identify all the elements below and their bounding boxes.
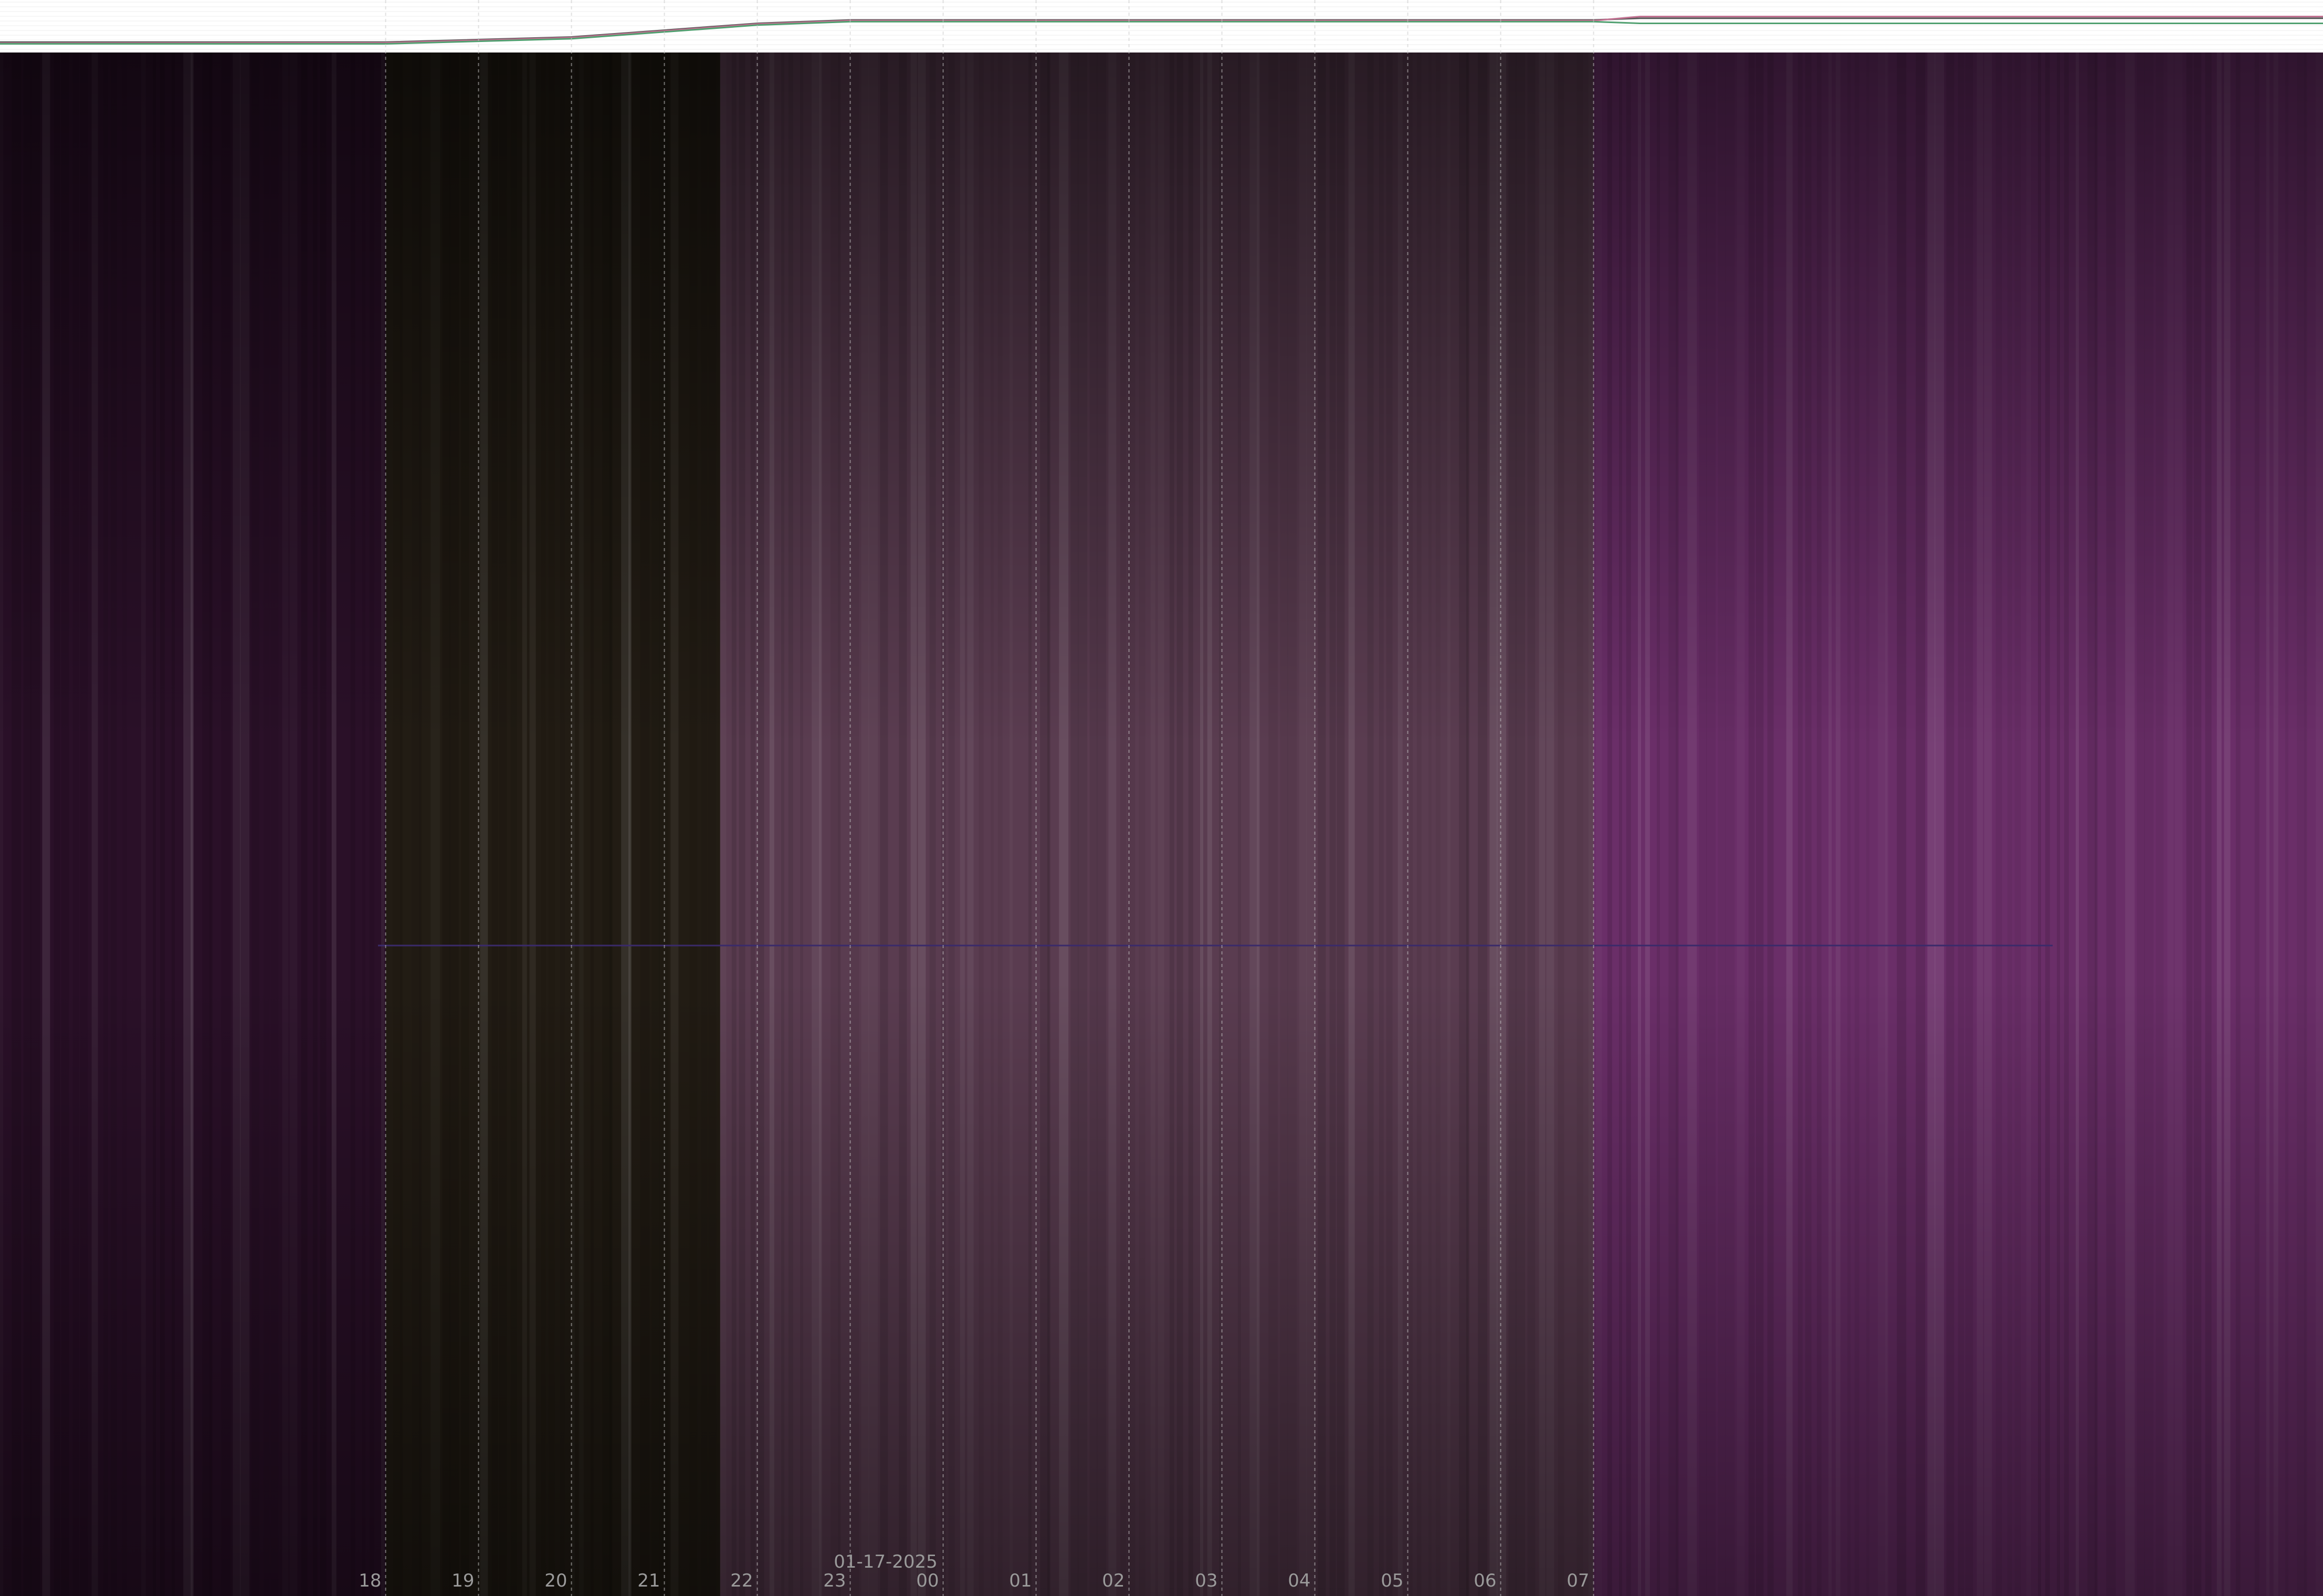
hour-tick-label: 19 <box>451 1570 474 1591</box>
hour-tick-label: 03 <box>1195 1570 1217 1591</box>
vertical-shading <box>0 52 2323 1596</box>
brightness-strip <box>0 0 2323 52</box>
date-label: 01-17-2025 <box>834 1551 938 1572</box>
hour-tick-label: 01 <box>1009 1570 1032 1591</box>
keogram-chart: 18 19 20 21 22 23 00 01 02 03 04 05 06 07 01-17-2025 <box>0 0 2323 1596</box>
hour-tick-label: 18 <box>359 1570 381 1591</box>
keogram-svg: 18 19 20 21 22 23 00 01 02 03 04 05 06 07 01-17-2025 <box>0 0 2323 1596</box>
hour-tick-label: 22 <box>730 1570 753 1591</box>
hour-tick-label: 07 <box>1567 1570 1589 1591</box>
hour-tick-label: 05 <box>1381 1570 1403 1591</box>
hour-tick-label: 21 <box>637 1570 660 1591</box>
hour-tick-label: 00 <box>916 1570 939 1591</box>
hour-tick-label: 06 <box>1474 1570 1496 1591</box>
hour-tick-label: 23 <box>823 1570 846 1591</box>
hour-tick-label: 02 <box>1102 1570 1124 1591</box>
hour-tick-label: 04 <box>1288 1570 1310 1591</box>
hour-tick-label: 20 <box>544 1570 567 1591</box>
